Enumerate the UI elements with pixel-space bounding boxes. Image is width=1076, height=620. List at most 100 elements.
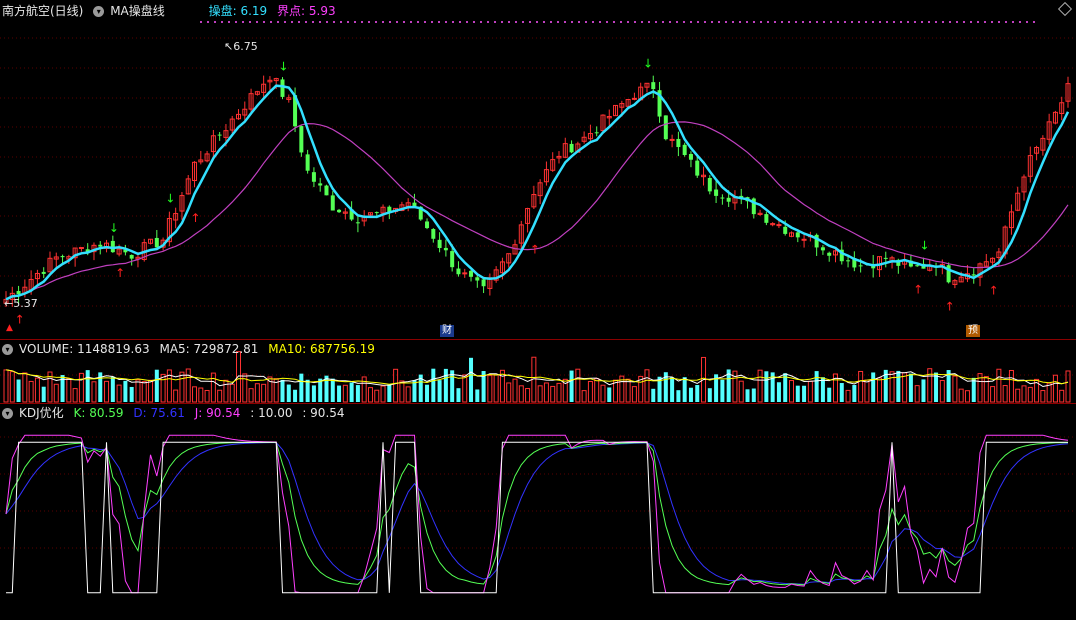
separator-volume [0,403,1076,404]
candle-body [846,260,851,262]
candle-body [776,224,782,227]
top-dot [977,21,979,23]
volume-bar [631,386,637,403]
volume-bar [355,385,360,402]
kdj-d: D: 75.61 [133,406,185,420]
volume-bar [431,368,436,402]
volume-bar [293,389,298,402]
kdj-menu-icon[interactable]: ▾ [2,408,13,419]
candle-body [651,82,656,90]
top-dot [235,21,237,23]
top-dot [942,21,944,23]
candle-body [374,212,379,214]
volume-bar [720,379,725,402]
top-dot [459,21,461,23]
volume-bar [751,388,756,402]
top-dot [669,21,671,23]
candle-body [569,143,574,153]
top-dot [662,21,664,23]
top-dot [256,21,258,23]
top-dot [767,21,769,23]
volume-bar [78,372,84,403]
volume-bar [236,351,242,403]
volume-bar [802,385,807,402]
candle-body [720,197,725,199]
candle-body [462,272,468,275]
top-dot [774,21,776,23]
top-dot [487,21,489,23]
candle-body [469,270,474,277]
candle-body [714,189,719,196]
volume-bar [914,385,920,403]
top-dot [606,21,608,23]
candle-body [318,183,323,186]
indicator-menu-icon[interactable]: ▾ [93,6,105,17]
top-dot [725,21,727,23]
top-dot [746,21,748,23]
volume-bar [210,372,216,403]
top-dot [984,21,986,23]
candle-body [726,197,731,202]
volume-bar [487,375,493,403]
volume-bar [569,370,574,402]
buy-arrow-icon: ↑ [115,266,125,280]
volume-bar [670,377,675,402]
marker-cai[interactable]: 财 [440,325,454,337]
top-dot [284,21,286,23]
volume-bar [412,380,417,402]
top-dot [781,21,783,23]
top-dot [886,21,888,23]
top-dot [858,21,860,23]
top-dot [879,21,881,23]
volume-menu-icon[interactable]: ▾ [2,344,13,355]
buy-arrow-icon: ↑ [191,211,201,225]
volume-bar [871,372,876,402]
volume-bar [707,388,712,402]
top-dot [228,21,230,23]
candle-body [631,97,637,100]
candle-body [337,209,342,213]
buy-arrow-icon: ↑ [15,313,25,327]
top-dot [312,21,314,23]
top-dot [760,21,762,23]
top-dot [1026,21,1028,23]
volume-bar [374,389,380,403]
top-dot [830,21,832,23]
indicator-name[interactable]: MA操盘线 [110,4,165,18]
top-dot [655,21,657,23]
volume-bar [1065,370,1071,403]
top-dot [396,21,398,23]
top-dot [1005,21,1007,23]
top-dot [578,21,580,23]
top-dot [585,21,587,23]
volume-bar [185,368,191,403]
kdj-name[interactable]: KDJ优化 [19,406,64,420]
top-dot [361,21,363,23]
top-dot [438,21,440,23]
candle-body [676,138,681,148]
volume-bar [462,374,468,403]
top-dot [893,21,895,23]
volume-bar [342,384,348,403]
candle-body [431,229,436,239]
volume-bar [337,385,342,402]
top-dot [473,21,475,23]
volume-bar [66,378,72,403]
volume-bar [864,379,870,403]
candle-body [443,247,448,251]
candle-body [450,251,455,268]
marker-yu[interactable]: 预 [966,325,980,337]
volume-bar [964,390,970,403]
volume-bar [443,368,448,402]
volume-bar [129,386,134,402]
candle-body [78,247,84,250]
volume-bar [518,385,524,403]
candle-body [98,244,103,247]
top-dot [592,21,594,23]
volume-bar [305,379,310,402]
candle-body [695,160,700,176]
volume-bar [405,386,411,403]
buy-marker-icon: ▲ [6,323,13,333]
top-dot [410,21,412,23]
volume-bar [154,369,159,402]
